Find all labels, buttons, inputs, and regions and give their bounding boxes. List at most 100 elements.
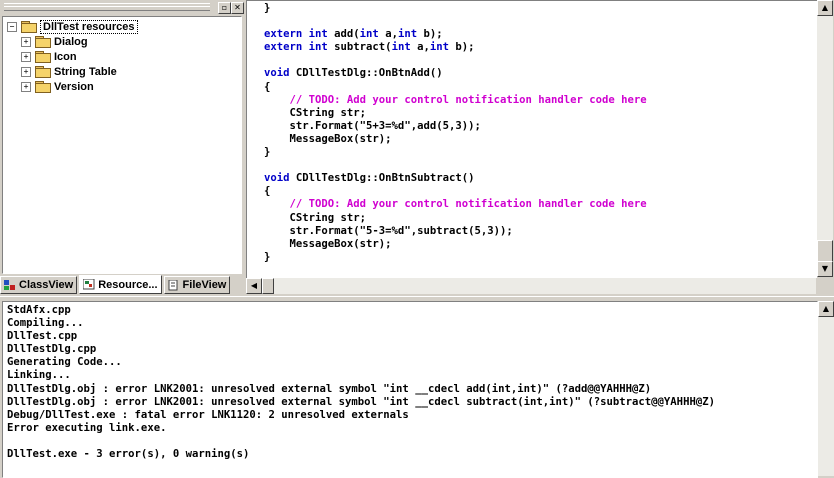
code-text: } [264, 2, 271, 14]
editor-horizontal-scrollbar[interactable]: ◀ [246, 278, 816, 294]
tree-item[interactable]: − DllTest resources [7, 19, 138, 34]
restore-icon[interactable]: ▫ [218, 2, 231, 14]
tree-item-label: Dialog [54, 35, 88, 48]
code-text: subtract( [327, 41, 392, 54]
output-scroll-up-icon[interactable]: ▲ [818, 301, 834, 317]
code-line: { [264, 185, 647, 198]
code-text-area[interactable]: } extern int add(int a,int b); extern int … [246, 0, 817, 278]
code-keyword: void [264, 67, 290, 80]
code-line: MessageBox(str); [264, 238, 647, 251]
workspace-title-bar[interactable]: ▫ ✕ [0, 0, 244, 14]
resource-tree[interactable]: − DllTest resources + Dialog + Icon + String Ta… [2, 16, 242, 274]
code-keyword: void [264, 172, 290, 185]
tab-fileview[interactable]: FileView [163, 276, 231, 294]
code-line: CString str; [264, 212, 647, 225]
code-text: a, [410, 41, 430, 54]
tab-label: FileView [182, 279, 227, 291]
build-output-pane: StdAfx.cpp Compiling... DllTest.cpp DllTest… [0, 301, 834, 478]
folder-icon [35, 51, 51, 63]
collapse-icon[interactable]: − [7, 21, 17, 32]
code-keyword: int [391, 41, 411, 54]
output-line: StdAfx.cpp [7, 304, 71, 316]
code-text: MessageBox(str); [264, 237, 392, 250]
output-line: DllTest.cpp [7, 330, 78, 343]
code-line: // TODO: Add your control notification h… [264, 94, 647, 107]
editor-hscroll-thumb[interactable] [262, 278, 274, 294]
code-text: add( [327, 28, 360, 41]
code-text: } [264, 146, 271, 159]
tree-item[interactable]: + Icon [21, 49, 77, 64]
output-line: Compiling... [7, 317, 84, 330]
code-keyword: int [429, 41, 449, 54]
source-code: } extern int add(int a,int b); extern int … [264, 2, 647, 264]
code-text: CString str; [264, 106, 367, 119]
code-line: void CDllTestDlg::OnBtnSubtract() [264, 172, 647, 185]
output-line: DllTestDlg.obj : error LNK2001: unresolv… [7, 382, 652, 395]
output-line: DllTestDlg.cpp [7, 343, 97, 356]
classview-icon [4, 279, 16, 291]
tab-label: ClassView [19, 279, 74, 291]
folder-icon [35, 81, 51, 93]
output-line: Debug/DllTest.exe : fatal error LNK1120:… [7, 408, 409, 421]
tree-item[interactable]: + String Table [21, 64, 117, 79]
tab-resourceview[interactable]: Resource... [79, 275, 162, 294]
code-text: } [264, 250, 271, 263]
tree-item-label: String Table [54, 65, 117, 78]
code-line: } [264, 146, 647, 159]
scroll-down-icon[interactable]: ▼ [817, 261, 833, 277]
code-keyword: int [397, 28, 418, 41]
code-line: void CDllTestDlg::OnBtnAdd() [264, 67, 647, 80]
editor-vertical-scrollbar[interactable]: ▲ ▼ [817, 0, 833, 277]
code-keyword: extern int [264, 28, 328, 41]
workspace-pane: ▫ ✕ − DllTest resources + Dialog + Icon + Strin… [0, 0, 244, 296]
close-icon[interactable]: ✕ [231, 2, 244, 14]
code-line: } [264, 2, 647, 15]
code-text: str.Format("5-3=%d",subtract(5,3)); [264, 224, 513, 237]
workspace-tabs: ClassView Resource... FileView [0, 274, 244, 294]
code-line: MessageBox(str); [264, 133, 647, 146]
output-line: DllTest.exe - 3 error(s), 0 warning(s) [7, 448, 250, 461]
scroll-up-icon[interactable]: ▲ [817, 0, 833, 16]
code-text: MessageBox(str); [264, 132, 392, 145]
editor-scroll-thumb[interactable] [817, 240, 833, 262]
expand-icon[interactable]: + [21, 66, 31, 77]
output-line: Linking... [7, 369, 71, 382]
folder-icon [35, 66, 51, 78]
folder-icon [35, 36, 51, 48]
code-line: CString str; [264, 107, 647, 120]
code-text: { [264, 185, 271, 198]
expand-icon[interactable]: + [21, 51, 31, 62]
output-line: Error executing link.exe. [7, 421, 167, 434]
tree-item-label: Version [54, 80, 94, 93]
code-text: b); [417, 28, 443, 41]
code-keyword: extern int [264, 41, 328, 54]
code-keyword: int [359, 28, 379, 41]
expand-icon[interactable]: + [21, 81, 31, 92]
fileview-icon [168, 279, 180, 291]
drag-grip[interactable] [4, 3, 210, 11]
tree-item[interactable]: + Dialog [21, 34, 88, 49]
code-text: str.Format("5+3=%d",add(5,3)); [264, 119, 481, 132]
tree-item-label: Icon [54, 50, 77, 63]
expand-icon[interactable]: + [21, 36, 31, 47]
output-text-area[interactable]: StdAfx.cpp Compiling... DllTest.cpp DllTest… [2, 301, 818, 478]
tree-item[interactable]: + Version [21, 79, 94, 94]
code-text: CString str; [264, 211, 367, 224]
code-line: } [264, 251, 647, 264]
code-text: b); [448, 41, 475, 54]
code-line: // TODO: Add your control notification h… [264, 198, 647, 211]
tree-item-label: DllTest resources [40, 19, 138, 34]
tab-classview[interactable]: ClassView [0, 276, 78, 294]
output-vertical-scrollbar[interactable]: ▲ [818, 301, 834, 476]
code-editor-pane: } extern int add(int a,int b); extern int … [246, 0, 834, 296]
folder-icon [21, 21, 37, 33]
code-comment: // TODO: Add your control notification h… [289, 93, 647, 106]
output-line: Generating Code... [7, 356, 122, 369]
code-line: { [264, 81, 647, 94]
code-text: { [264, 80, 271, 93]
scroll-left-icon[interactable]: ◀ [246, 278, 262, 294]
